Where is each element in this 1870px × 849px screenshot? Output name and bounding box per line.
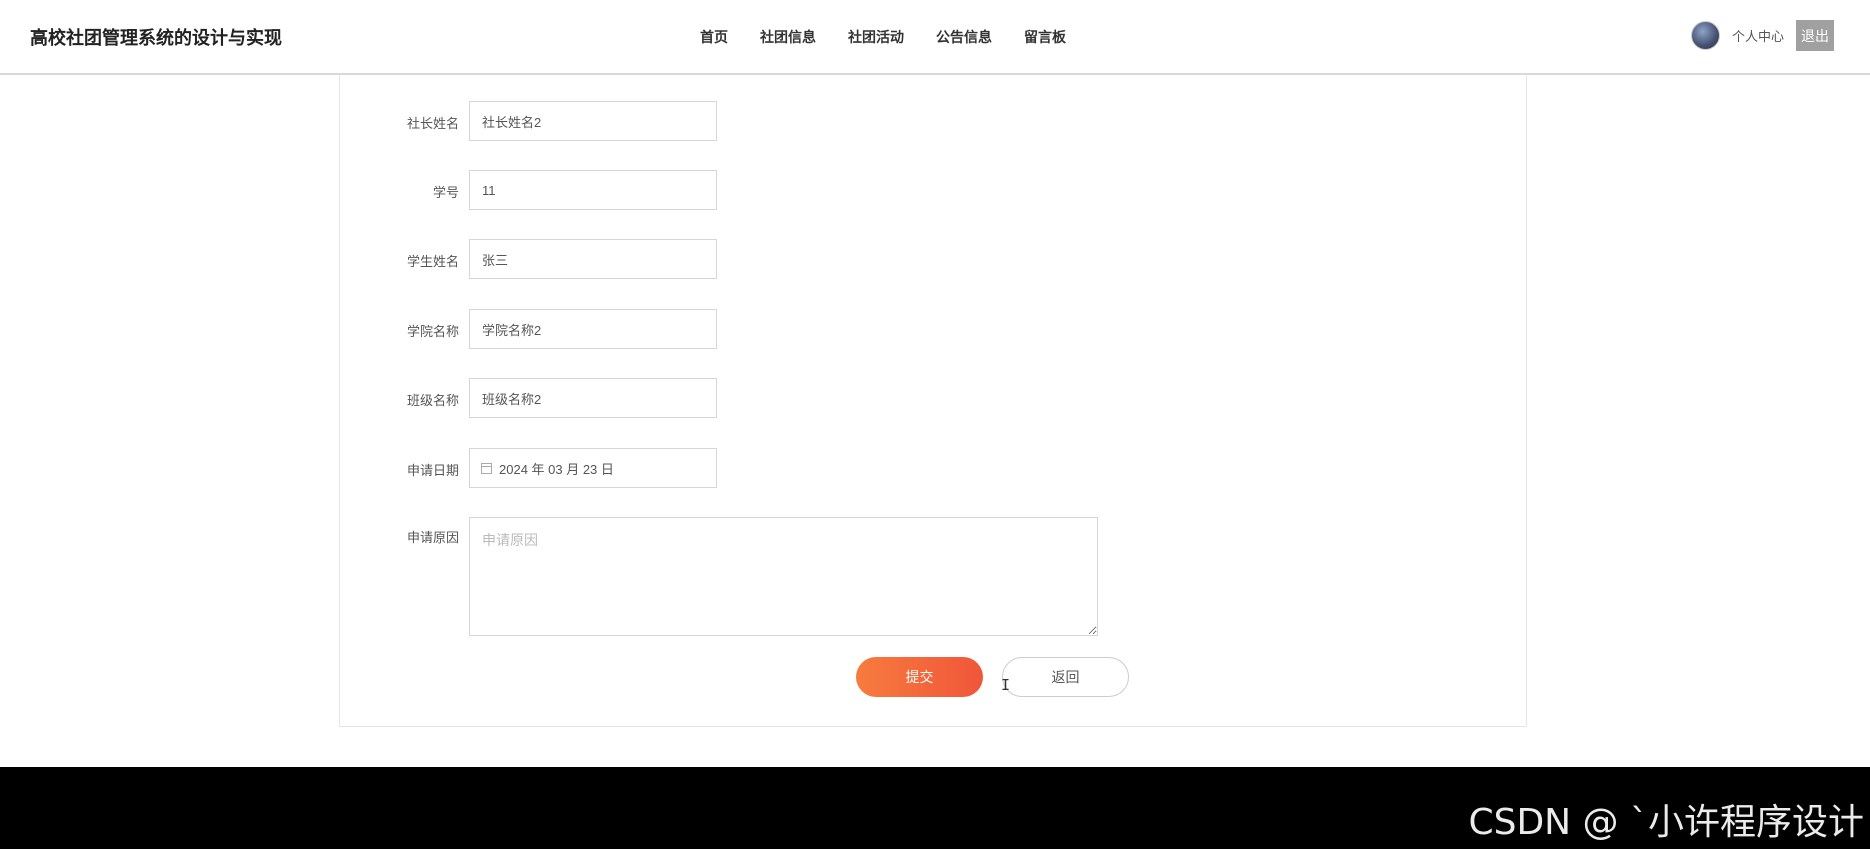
student-id-input[interactable] xyxy=(469,170,717,210)
nav-home[interactable]: 首页 xyxy=(700,27,728,47)
watermark: CSDN @ ˋ小许程序设计 xyxy=(1468,802,1864,843)
apply-date-value: 2024 年 03 月 23 日 xyxy=(499,461,614,477)
application-form-panel: 社长姓名 学号 学生姓名 学院名称 班级名称 申请日期 2024 年 03 月 … xyxy=(339,75,1527,727)
college-name-label: 学院名称 xyxy=(406,324,459,339)
site-title: 高校社团管理系统的设计与实现 xyxy=(30,28,282,48)
submit-button[interactable]: 提交 xyxy=(856,657,983,697)
nav-message-board[interactable]: 留言板 xyxy=(1024,27,1066,47)
footer-band: CSDN @ ˋ小许程序设计 xyxy=(0,767,1870,849)
user-center-link[interactable]: 个人中心 xyxy=(1732,26,1784,45)
nav-club-activities[interactable]: 社团活动 xyxy=(848,27,904,47)
logout-button[interactable]: 退出 xyxy=(1796,20,1834,51)
student-name-input[interactable] xyxy=(469,239,717,279)
president-name-input[interactable] xyxy=(469,101,717,141)
class-name-input[interactable] xyxy=(469,378,717,418)
apply-reason-label: 申请原因 xyxy=(406,530,459,545)
apply-date-picker[interactable]: 2024 年 03 月 23 日 xyxy=(469,448,717,488)
text-cursor-icon: I xyxy=(1001,676,1011,694)
student-name-label: 学生姓名 xyxy=(406,254,459,269)
nav-club-info[interactable]: 社团信息 xyxy=(760,27,816,47)
calendar-icon xyxy=(481,462,492,474)
back-button[interactable]: 返回 xyxy=(1002,657,1129,697)
top-navbar: 高校社团管理系统的设计与实现 首页 社团信息 社团活动 公告信息 留言板 个人中… xyxy=(0,0,1870,75)
president-name-label: 社长姓名 xyxy=(406,116,459,131)
user-area: 个人中心 退出 xyxy=(1690,20,1834,51)
apply-date-label: 申请日期 xyxy=(406,463,459,478)
student-id-label: 学号 xyxy=(432,185,459,200)
apply-reason-textarea[interactable] xyxy=(469,517,1098,636)
college-name-input[interactable] xyxy=(469,309,717,349)
avatar[interactable] xyxy=(1690,21,1720,50)
class-name-label: 班级名称 xyxy=(406,393,459,408)
nav-announcements[interactable]: 公告信息 xyxy=(936,27,992,47)
main-nav: 首页 社团信息 社团活动 公告信息 留言板 xyxy=(700,27,1066,47)
